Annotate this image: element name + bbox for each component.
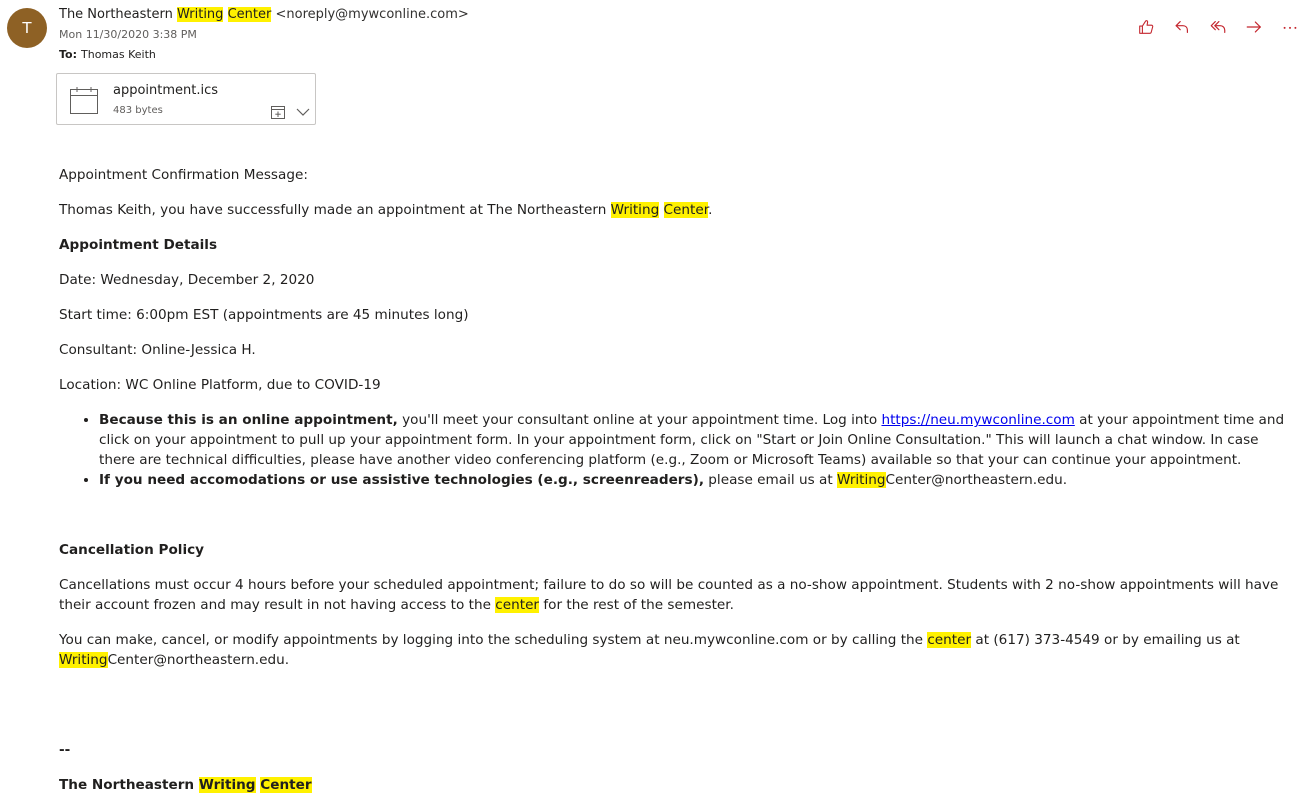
- modify-highlight-center: center: [927, 632, 972, 648]
- greeting-text: Thomas Keith, you have successfully made…: [59, 202, 611, 218]
- to-label: To:: [59, 48, 77, 61]
- like-button[interactable]: [1132, 14, 1160, 40]
- forward-icon: [1246, 21, 1261, 33]
- signature-dash: --: [59, 742, 71, 758]
- attachment-card[interactable]: appointment.ics 483 bytes: [56, 73, 316, 125]
- calendar-file-icon: [70, 87, 98, 114]
- list-item-accommodations: If you need accomodations or use assisti…: [99, 470, 1294, 490]
- detail-location: Location: WC Online Platform, due to COV…: [59, 377, 381, 393]
- accommodations-highlight-writing: Writing: [836, 472, 886, 488]
- list-item-online: Because this is an online appointment, y…: [99, 410, 1294, 470]
- cancellation-text-end: for the rest of the semester.: [539, 597, 734, 613]
- cancellation-paragraph: Cancellations must occur 4 hours before …: [59, 575, 1294, 615]
- online-text: you'll meet your consultant online at yo…: [397, 412, 882, 428]
- greeting-end: .: [708, 202, 713, 218]
- cancellation-highlight-center: center: [495, 597, 540, 613]
- reply-icon: [1175, 21, 1188, 33]
- greeting-paragraph: Thomas Keith, you have successfully made…: [59, 200, 1294, 220]
- modify-paragraph: You can make, cancel, or modify appointm…: [59, 630, 1294, 670]
- greeting-highlight-center: Center: [663, 202, 709, 218]
- sender-name-highlight-center: Center: [227, 7, 272, 22]
- wconline-link[interactable]: https://neu.mywconline.com: [881, 412, 1074, 428]
- detail-start-time: Start time: 6:00pm EST (appointments are…: [59, 307, 469, 323]
- attachment-filename[interactable]: appointment.ics: [113, 83, 218, 98]
- accommodations-text: please email us at: [703, 472, 837, 488]
- modify-text: You can make, cancel, or modify appointm…: [59, 632, 928, 648]
- details-heading: Appointment Details: [59, 237, 218, 253]
- signature-highlight-center: Center: [260, 777, 312, 793]
- message-date: Mon 11/30/2020 3:38 PM: [59, 28, 197, 41]
- add-to-calendar-icon[interactable]: [270, 104, 286, 120]
- sender-line: The Northeastern Writing Center <noreply…: [59, 7, 469, 22]
- sender-name-highlight-writing: Writing: [177, 7, 224, 22]
- accommodations-email: Center@northeastern.edu.: [885, 472, 1068, 488]
- signature-text: The Northeastern: [59, 777, 199, 793]
- message-body: Appointment Confirmation Message: Thomas…: [59, 165, 1294, 810]
- more-icon: [1283, 26, 1297, 29]
- modify-highlight-writing: Writing: [59, 652, 108, 668]
- attachment-size: 483 bytes: [113, 105, 163, 116]
- more-actions-button[interactable]: [1276, 14, 1304, 40]
- recipient-name[interactable]: Thomas Keith: [81, 48, 156, 61]
- thumbs-up-icon: [1139, 20, 1154, 34]
- modify-text-mid: at (617) 373-4549 or by emailing us at: [971, 632, 1240, 648]
- detail-date: Date: Wednesday, December 2, 2020: [59, 272, 315, 288]
- greeting-highlight-writing: Writing: [610, 202, 660, 218]
- forward-button[interactable]: [1240, 14, 1268, 40]
- recipient-line: To: Thomas Keith: [59, 48, 156, 61]
- reply-all-icon: [1210, 21, 1226, 33]
- sender-name-prefix: The Northeastern: [59, 7, 177, 22]
- reply-button[interactable]: [1168, 14, 1196, 40]
- intro-text: Appointment Confirmation Message:: [59, 167, 308, 183]
- cancellation-heading: Cancellation Policy: [59, 542, 205, 558]
- sender-avatar[interactable]: T: [7, 8, 47, 48]
- accommodations-bold-text: If you need accomodations or use assisti…: [99, 472, 704, 488]
- signature-highlight-writing: Writing: [198, 777, 256, 793]
- signature: The Northeastern Writing Center: [59, 775, 1294, 795]
- sender-email[interactable]: <noreply@mywconline.com>: [275, 7, 468, 22]
- info-list: Because this is an online appointment, y…: [59, 410, 1294, 490]
- reply-all-button[interactable]: [1204, 14, 1232, 40]
- detail-consultant: Consultant: Online-Jessica H.: [59, 342, 256, 358]
- chevron-down-icon[interactable]: [295, 104, 311, 120]
- online-bold-text: Because this is an online appointment,: [99, 412, 398, 428]
- modify-email: Center@northeastern.edu.: [107, 652, 290, 668]
